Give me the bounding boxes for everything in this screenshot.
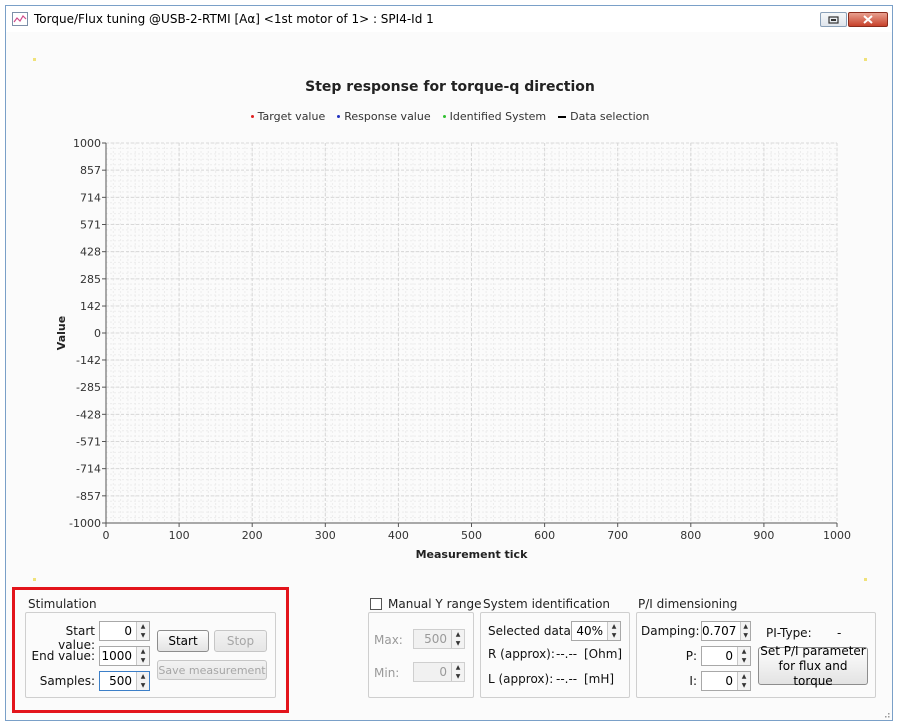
spin-up-icon[interactable]: ▲	[741, 622, 750, 631]
y-min-stepper[interactable]: 0 ▲ ▼	[413, 662, 465, 682]
selected-data-stepper[interactable]: 40% ▲ ▼	[571, 621, 621, 641]
stimulation-highlight-box	[12, 587, 289, 713]
y-tick-label: 571	[80, 219, 101, 232]
r-approx-value: --.--	[556, 647, 578, 661]
y-tick-label: -857	[76, 490, 101, 503]
p-label: P:	[685, 649, 697, 663]
x-tick-label: 300	[315, 529, 336, 542]
manual-y-range-checkbox[interactable]	[370, 598, 382, 610]
x-tick-label: 0	[103, 529, 110, 542]
y-max-field[interactable]: 500	[414, 632, 451, 646]
x-tick-label: 600	[534, 529, 555, 542]
y-tick-label: -571	[76, 435, 101, 448]
damping-field[interactable]: 0.707	[702, 624, 740, 638]
p-field[interactable]: 0	[702, 649, 737, 663]
y-max-stepper[interactable]: 500 ▲ ▼	[413, 629, 465, 649]
step-response-plot[interactable]: 0 100 200 300 400 500 600 700 800 900 1000 1000 857 7…	[0, 0, 900, 580]
spin-down-icon[interactable]: ▼	[608, 631, 620, 640]
selected-data-field[interactable]: 40%	[572, 624, 607, 638]
set-pi-button-line2: for flux and torque	[778, 658, 848, 688]
y-tick-label: 285	[80, 273, 101, 286]
l-approx-unit: [mH]	[584, 672, 615, 686]
x-tick-label: 1000	[823, 529, 851, 542]
y-range-panel	[368, 612, 474, 698]
manual-y-range-label: Manual Y range	[388, 597, 482, 611]
y-axis-label: Value	[55, 316, 68, 350]
selected-data-label: Selected data:	[488, 624, 575, 638]
x-tick-label: 500	[461, 529, 482, 542]
l-approx-label: L (approx):	[488, 672, 554, 686]
y-tick-label: 714	[80, 191, 101, 204]
spin-down-icon[interactable]: ▼	[452, 639, 464, 648]
x-tick-label: 100	[169, 529, 190, 542]
y-tick-label: 428	[80, 246, 101, 259]
x-tick-label: 800	[680, 529, 701, 542]
x-tick-label: 400	[388, 529, 409, 542]
i-label: I:	[689, 674, 697, 688]
y-tick-label: -714	[76, 463, 101, 476]
y-tick-label: -1000	[69, 517, 101, 530]
damping-stepper[interactable]: 0.707 ▲ ▼	[701, 621, 751, 641]
pi-dimensioning-label: P/I dimensioning	[638, 597, 738, 611]
y-min-label: Min:	[374, 666, 400, 680]
x-tick-label: 200	[242, 529, 263, 542]
x-tick-label: 700	[607, 529, 628, 542]
spin-down-icon[interactable]: ▼	[452, 672, 464, 681]
spin-up-icon[interactable]: ▲	[452, 663, 464, 672]
damping-label: Damping:	[641, 624, 700, 638]
i-stepper[interactable]: 0 ▲ ▼	[701, 671, 751, 691]
y-tick-label: 0	[94, 327, 101, 340]
spin-down-icon[interactable]: ▼	[738, 681, 750, 690]
x-axis-label: Measurement tick	[416, 548, 528, 561]
y-tick-label: -285	[76, 381, 101, 394]
spin-down-icon[interactable]: ▼	[738, 656, 750, 665]
l-approx-value: --.--	[556, 672, 578, 686]
resize-grip-icon[interactable]	[882, 710, 890, 718]
y-min-field[interactable]: 0	[414, 665, 451, 679]
i-field[interactable]: 0	[702, 674, 737, 688]
y-tick-label: 857	[80, 164, 101, 177]
r-approx-unit: [Ohm]	[584, 647, 623, 661]
x-tick-label: 900	[753, 529, 774, 542]
r-approx-label: R (approx):	[488, 647, 555, 661]
y-max-label: Max:	[374, 633, 403, 647]
spin-up-icon[interactable]: ▲	[608, 622, 620, 631]
p-stepper[interactable]: 0 ▲ ▼	[701, 646, 751, 666]
spin-up-icon[interactable]: ▲	[738, 647, 750, 656]
spin-up-icon[interactable]: ▲	[738, 672, 750, 681]
spin-up-icon[interactable]: ▲	[452, 630, 464, 639]
set-pi-button-line1: Set P/I parameter	[760, 643, 866, 658]
set-pi-parameter-button[interactable]: Set P/I parameter for flux and torque	[758, 643, 868, 688]
spin-down-icon[interactable]: ▼	[741, 631, 750, 640]
system-identification-label: System identification	[483, 597, 611, 611]
y-tick-label: 142	[80, 300, 101, 313]
pi-type-label: PI-Type:	[766, 626, 812, 640]
pi-type-value: -	[837, 626, 842, 640]
y-tick-label: 1000	[73, 137, 101, 150]
y-tick-label: -142	[76, 354, 101, 367]
y-tick-label: -428	[76, 408, 101, 421]
